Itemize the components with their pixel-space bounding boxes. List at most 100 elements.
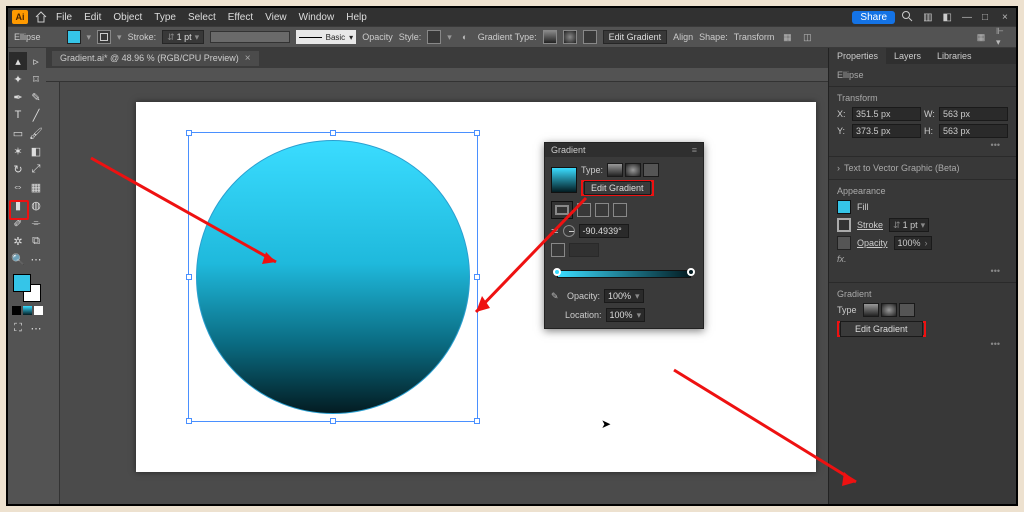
style-dropdown[interactable] [427, 30, 441, 44]
dock-icon[interactable]: ⊩ ▾ [996, 30, 1010, 44]
shaper-tool[interactable]: ✶ [9, 142, 27, 160]
direct-selection-tool[interactable]: ▹ [27, 52, 45, 70]
document-tab[interactable]: Gradient.ai* @ 48.96 % (RGB/CPU Preview)… [52, 51, 259, 66]
stop-location-input[interactable]: 100%▾ [606, 308, 646, 322]
essentials-icon[interactable]: ▦ [974, 30, 988, 44]
menu-file[interactable]: File [56, 12, 72, 23]
brush-dropdown[interactable]: Basic▾ [296, 30, 356, 44]
shape-builder-tool[interactable]: ◍ [27, 196, 45, 214]
radial-gradient-icon[interactable] [563, 30, 577, 44]
line-tool[interactable]: ╱ [27, 106, 45, 124]
rectangle-tool[interactable]: ▭ [9, 124, 27, 142]
linear-gradient-icon[interactable] [543, 30, 557, 44]
search-icon[interactable] [901, 10, 913, 25]
angle-icon[interactable] [563, 225, 575, 237]
menu-type[interactable]: Type [154, 12, 176, 23]
canvas[interactable]: ➤ Gradient ≡ Type: [46, 82, 828, 504]
mask-icon[interactable]: ◫ [800, 30, 814, 44]
selection-handle[interactable] [474, 274, 480, 280]
more-options-icon[interactable]: ••• [837, 266, 1008, 276]
stop-opacity-input[interactable]: 100%▾ [604, 289, 644, 303]
menu-window[interactable]: Window [299, 12, 335, 23]
close-tab-icon[interactable]: × [245, 53, 251, 64]
tab-properties[interactable]: Properties [829, 48, 886, 64]
zoom-tool[interactable]: 🔍 [9, 250, 27, 268]
tab-layers[interactable]: Layers [886, 48, 929, 64]
stroke-weight-input[interactable]: ⇵1 pt▾ [162, 30, 204, 44]
radial-gradient-icon[interactable] [625, 163, 641, 177]
curvature-tool[interactable]: ✎ [27, 88, 45, 106]
fill-swatch[interactable] [67, 30, 81, 44]
menu-effect[interactable]: Effect [228, 12, 253, 23]
gradient-preview-swatch[interactable] [551, 167, 577, 193]
stroke-gradient-swatch[interactable] [551, 201, 573, 219]
width-tool[interactable]: ⇔ [9, 178, 27, 196]
eraser-tool[interactable]: ◧ [27, 142, 45, 160]
stroke-weight-input[interactable]: ⇵1 pt▾ [889, 218, 929, 232]
edit-gradient-button[interactable]: Edit Gradient [840, 321, 923, 337]
menu-view[interactable]: View [265, 12, 287, 23]
none-mode-icon[interactable] [34, 306, 43, 315]
angle-input[interactable]: -90.4939° [579, 224, 629, 238]
opacity-label[interactable]: Opacity [857, 238, 888, 248]
selection-handle[interactable] [474, 130, 480, 136]
linear-gradient-icon[interactable] [607, 163, 623, 177]
stroke-swatch[interactable] [97, 30, 111, 44]
freeform-gradient-icon[interactable] [899, 303, 915, 317]
align-label[interactable]: Align [673, 32, 693, 42]
tab-libraries[interactable]: Libraries [929, 48, 980, 64]
gradient-panel[interactable]: Gradient ≡ Type: [544, 142, 704, 329]
close-icon[interactable]: × [1002, 12, 1012, 23]
reverse-gradient-icon[interactable]: ⇄ [551, 226, 559, 237]
radial-gradient-icon[interactable] [881, 303, 897, 317]
selection-handle[interactable] [186, 274, 192, 280]
w-input[interactable]: 563 px [939, 107, 1008, 121]
more-tool[interactable]: ⋯ [27, 250, 45, 268]
fill-stroke-swatches[interactable] [13, 274, 41, 302]
more-options-icon[interactable]: ••• [837, 339, 1008, 349]
fill-swatch[interactable] [837, 200, 851, 214]
text-to-vector-section[interactable]: › Text to Vector Graphic (Beta) [829, 157, 1016, 180]
toolbar-fill-swatch[interactable] [13, 274, 31, 292]
opacity-swatch[interactable] [837, 236, 851, 250]
screen-mode-tool[interactable]: ⛶ [9, 319, 27, 337]
symbol-tool[interactable]: ✲ [9, 232, 27, 250]
edit-toolbar-icon[interactable]: ⋯ [27, 319, 45, 337]
stroke-swatch[interactable] [837, 218, 851, 232]
opacity-input[interactable]: 100%› [894, 236, 932, 250]
profile-dropdown[interactable] [210, 31, 290, 43]
stroke-across-icon[interactable] [613, 203, 627, 217]
gradient-panel-header[interactable]: Gradient ≡ [545, 143, 703, 157]
edit-gradient-button[interactable]: Edit Gradient [584, 181, 651, 195]
stroke-along-icon[interactable] [595, 203, 609, 217]
freeform-gradient-icon[interactable] [643, 163, 659, 177]
aspect-ratio-icon[interactable] [551, 243, 565, 257]
home-icon[interactable] [34, 10, 48, 24]
transform-label[interactable]: Transform [734, 32, 775, 42]
graph-tool[interactable]: ⧉ [27, 232, 45, 250]
isolate-icon[interactable]: ▦ [780, 30, 794, 44]
panel-collapse-icon[interactable]: ≡ [692, 145, 697, 155]
gradient-track[interactable] [557, 270, 691, 278]
type-tool[interactable]: T [9, 106, 27, 124]
arrange-icon[interactable]: ▥ [923, 12, 932, 23]
share-button[interactable]: Share [852, 11, 895, 24]
selection-handle[interactable] [474, 418, 480, 424]
selection-handle[interactable] [330, 418, 336, 424]
lasso-tool[interactable]: ⌑ [27, 70, 45, 88]
pen-tool[interactable]: ✒ [9, 88, 27, 106]
eyedropper-icon[interactable]: ✎ [551, 291, 563, 302]
menu-edit[interactable]: Edit [84, 12, 101, 23]
freeform-gradient-icon[interactable] [583, 30, 597, 44]
selection-handle[interactable] [186, 418, 192, 424]
selection-tool[interactable]: ▴ [9, 52, 27, 70]
workspace-icon[interactable]: ◧ [943, 12, 952, 23]
stroke-within-icon[interactable] [577, 203, 591, 217]
horizontal-ruler[interactable] [46, 68, 828, 82]
recolor-icon[interactable]: ◐ [458, 30, 472, 44]
paintbrush-tool[interactable]: 🖌 [27, 124, 45, 142]
scale-tool[interactable]: ⤢ [27, 160, 45, 178]
gradient-stop-start[interactable] [553, 268, 561, 276]
minimize-icon[interactable]: — [962, 12, 972, 23]
menu-help[interactable]: Help [346, 12, 367, 23]
